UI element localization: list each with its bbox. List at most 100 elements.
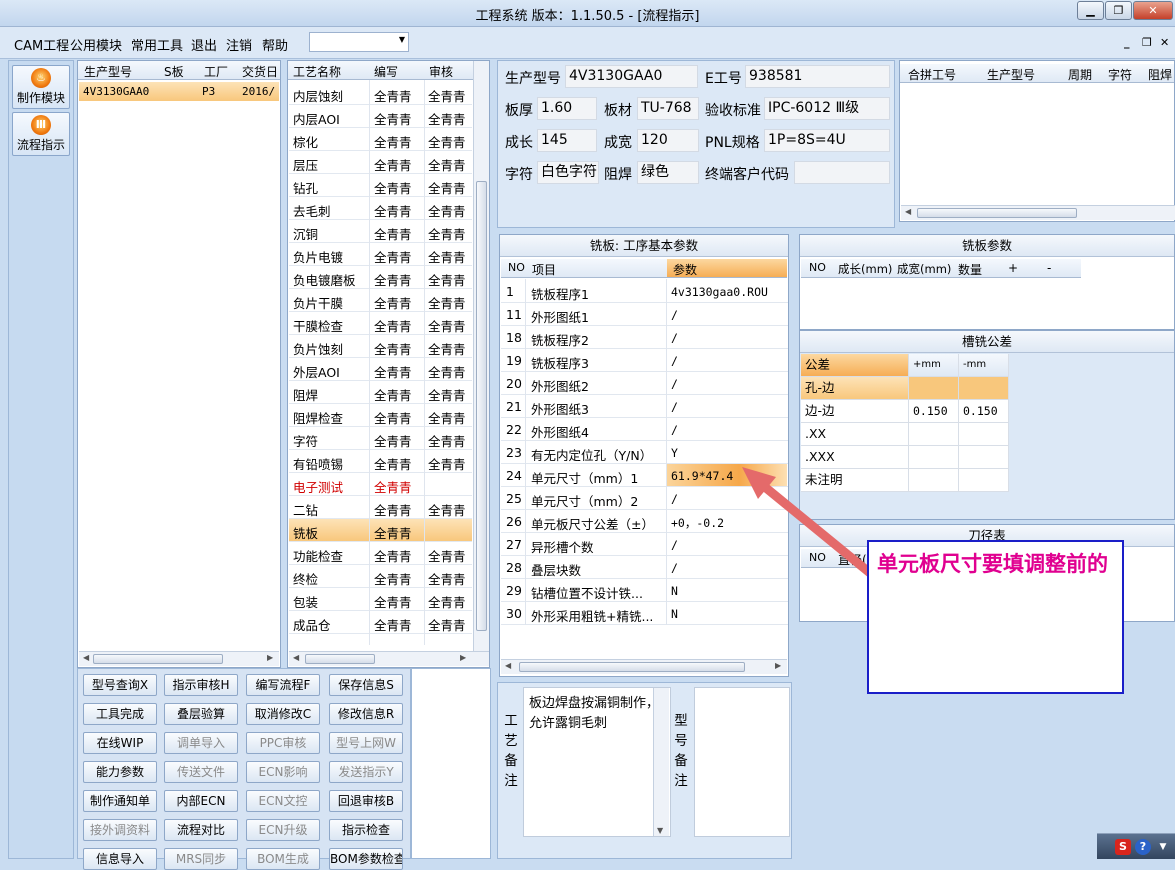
col-no[interactable]: NO [508,261,525,274]
mdi-restore-icon[interactable]: ❐ [1142,36,1152,49]
note-vscrollbar[interactable]: ▼ [653,688,669,836]
table-row[interactable]: 负电镀磨板 全青青 全青青 [289,266,472,289]
make-module-button[interactable]: ♨ 制作模块 [12,65,70,109]
action-button[interactable]: ECN影响 [246,761,320,783]
menu-exit[interactable]: 退出 [191,35,217,54]
action-button[interactable]: 内部ECN [164,790,238,812]
table-row[interactable]: 21 外形图纸3 / [501,395,788,418]
col-length[interactable]: 成长(mm) [838,261,892,277]
e-no-field[interactable]: 938581 [745,65,890,88]
scroll-thumb[interactable] [476,181,487,631]
table-row[interactable]: 内层AOI 全青青 全青青 [289,105,472,128]
action-button[interactable]: BOM生成 [246,848,320,870]
action-button[interactable]: 叠层验算 [164,703,238,725]
length-field[interactable]: 145 [537,129,597,152]
table-row[interactable]: 22 外形图纸4 / [501,418,788,441]
table-row[interactable]: 铣板 全青青 [289,519,472,542]
col-date[interactable]: 交货日 [242,63,278,80]
close-button[interactable]: ✕ [1133,1,1173,20]
table-row[interactable]: 终检 全青青 全青青 [289,565,472,588]
action-button[interactable]: 保存信息S [329,674,403,696]
table-row[interactable]: 18 铣板程序2 / [501,326,788,349]
table-row[interactable]: 内层蚀刻 全青青 全青青 [289,82,472,105]
thickness-field[interactable]: 1.60 [537,97,597,120]
slot-cell[interactable] [959,446,1009,469]
table-row[interactable]: 包装 全青青 全青青 [289,588,472,611]
table-row[interactable]: 干膜检查 全青青 全青青 [289,312,472,335]
table-row[interactable]: 4V3130GAA0 P3 2016/ [79,82,279,101]
mask-field[interactable]: 绿色 [637,161,699,184]
action-button[interactable]: 传送文件 [164,761,238,783]
col-merge-no[interactable]: 合拼工号 [908,66,956,83]
action-button[interactable]: PPC审核 [246,732,320,754]
col-plus-mm[interactable]: +mm [909,354,959,377]
col-merge-mask[interactable]: 阻焊 [1148,66,1172,83]
slot-cell[interactable]: .XX [801,423,909,446]
col-minus-mm[interactable]: -mm [959,354,1009,377]
slot-cell[interactable] [909,423,959,446]
scroll-right-icon[interactable]: ▶ [267,653,273,662]
col-write[interactable]: 编写 [374,63,398,80]
action-button[interactable]: 调单导入 [164,732,238,754]
table-row[interactable]: 层压 全青青 全青青 [289,151,472,174]
table-row[interactable]: 阻焊 全青青 全青青 [289,381,472,404]
col-width[interactable]: 成宽(mm) [897,261,951,277]
action-button[interactable]: ECN文控 [246,790,320,812]
slot-cell[interactable] [909,377,959,400]
table-row[interactable]: 20 外形图纸2 / [501,372,788,395]
col-no[interactable]: NO [809,261,826,274]
scroll-down-icon[interactable]: ▼ [657,826,663,835]
help-icon[interactable]: ? [1135,839,1151,855]
table-row[interactable]: 沉铜 全青青 全青青 [289,220,472,243]
table-row[interactable]: 外层AOI 全青青 全青青 [289,358,472,381]
col-tolerance[interactable]: 公差 [801,354,909,377]
col-s[interactable]: S板 [164,63,184,80]
action-button[interactable]: 取消修改C [246,703,320,725]
col-merge-cycle[interactable]: 周期 [1068,66,1092,83]
mdi-close-icon[interactable]: ✕ [1160,36,1169,49]
menu-help[interactable]: 帮助 [262,35,288,54]
action-button[interactable]: 回退审核B [329,790,403,812]
table-row[interactable]: 去毛刺 全青青 全青青 [289,197,472,220]
table-row[interactable]: 棕化 全青青 全青青 [289,128,472,151]
process-vscrollbar[interactable] [473,61,489,651]
table-row[interactable]: 二钻 全青青 全青青 [289,496,472,519]
action-button[interactable]: 制作通知单 [83,790,157,812]
model-field[interactable]: 4V3130GAA0 [565,65,698,88]
action-button[interactable]: 发送指示Y [329,761,403,783]
slot-cell[interactable] [959,377,1009,400]
table-row[interactable]: 钻孔 全青青 全青青 [289,174,472,197]
col-merge-char[interactable]: 字符 [1108,66,1132,83]
mdi-minimize-icon[interactable]: _ [1124,36,1130,49]
pnl-field[interactable]: 1P=8S=4U [764,129,890,152]
col-model[interactable]: 生产型号 [84,63,132,80]
scroll-left-icon[interactable]: ◀ [293,653,299,662]
table-row[interactable]: 字符 全青青 全青青 [289,427,472,450]
menu-logout[interactable]: 注销 [226,35,252,54]
std-field[interactable]: IPC-6012 Ⅲ级 [764,97,890,120]
slot-cell[interactable]: 边-边 [801,400,909,423]
merge-hscrollbar[interactable]: ◀ [901,205,1175,220]
table-row[interactable]: 19 铣板程序3 / [501,349,788,372]
input-method-icon[interactable]: S [1115,839,1131,855]
action-button[interactable]: 编写流程F [246,674,320,696]
action-button[interactable]: 指示检查 [329,819,403,841]
menu-combo[interactable]: ▼ [309,32,409,52]
col-plus[interactable]: + [1008,261,1018,275]
action-button[interactable]: 工具完成 [83,703,157,725]
char-field[interactable]: 白色字符 [537,161,599,184]
menu-common-tools[interactable]: 常用工具 [131,35,183,54]
col-minus[interactable]: - [1047,261,1051,275]
scroll-left-icon[interactable]: ◀ [905,207,911,216]
width-field[interactable]: 120 [637,129,699,152]
scroll-right-icon[interactable]: ▶ [775,661,781,670]
col-qty[interactable]: 数量 [958,261,982,278]
process-hscrollbar[interactable]: ◀ ▶ [289,651,489,666]
action-button[interactable]: 修改信息R [329,703,403,725]
mill-hscrollbar[interactable]: ◀ ▶ [501,659,787,674]
scroll-left-icon[interactable]: ◀ [83,653,89,662]
slot-cell[interactable]: 0.150 [959,400,1009,423]
tray-arrow-icon[interactable]: ▼ [1155,839,1171,855]
action-button[interactable]: 型号查询X [83,674,157,696]
action-button[interactable]: 能力参数 [83,761,157,783]
